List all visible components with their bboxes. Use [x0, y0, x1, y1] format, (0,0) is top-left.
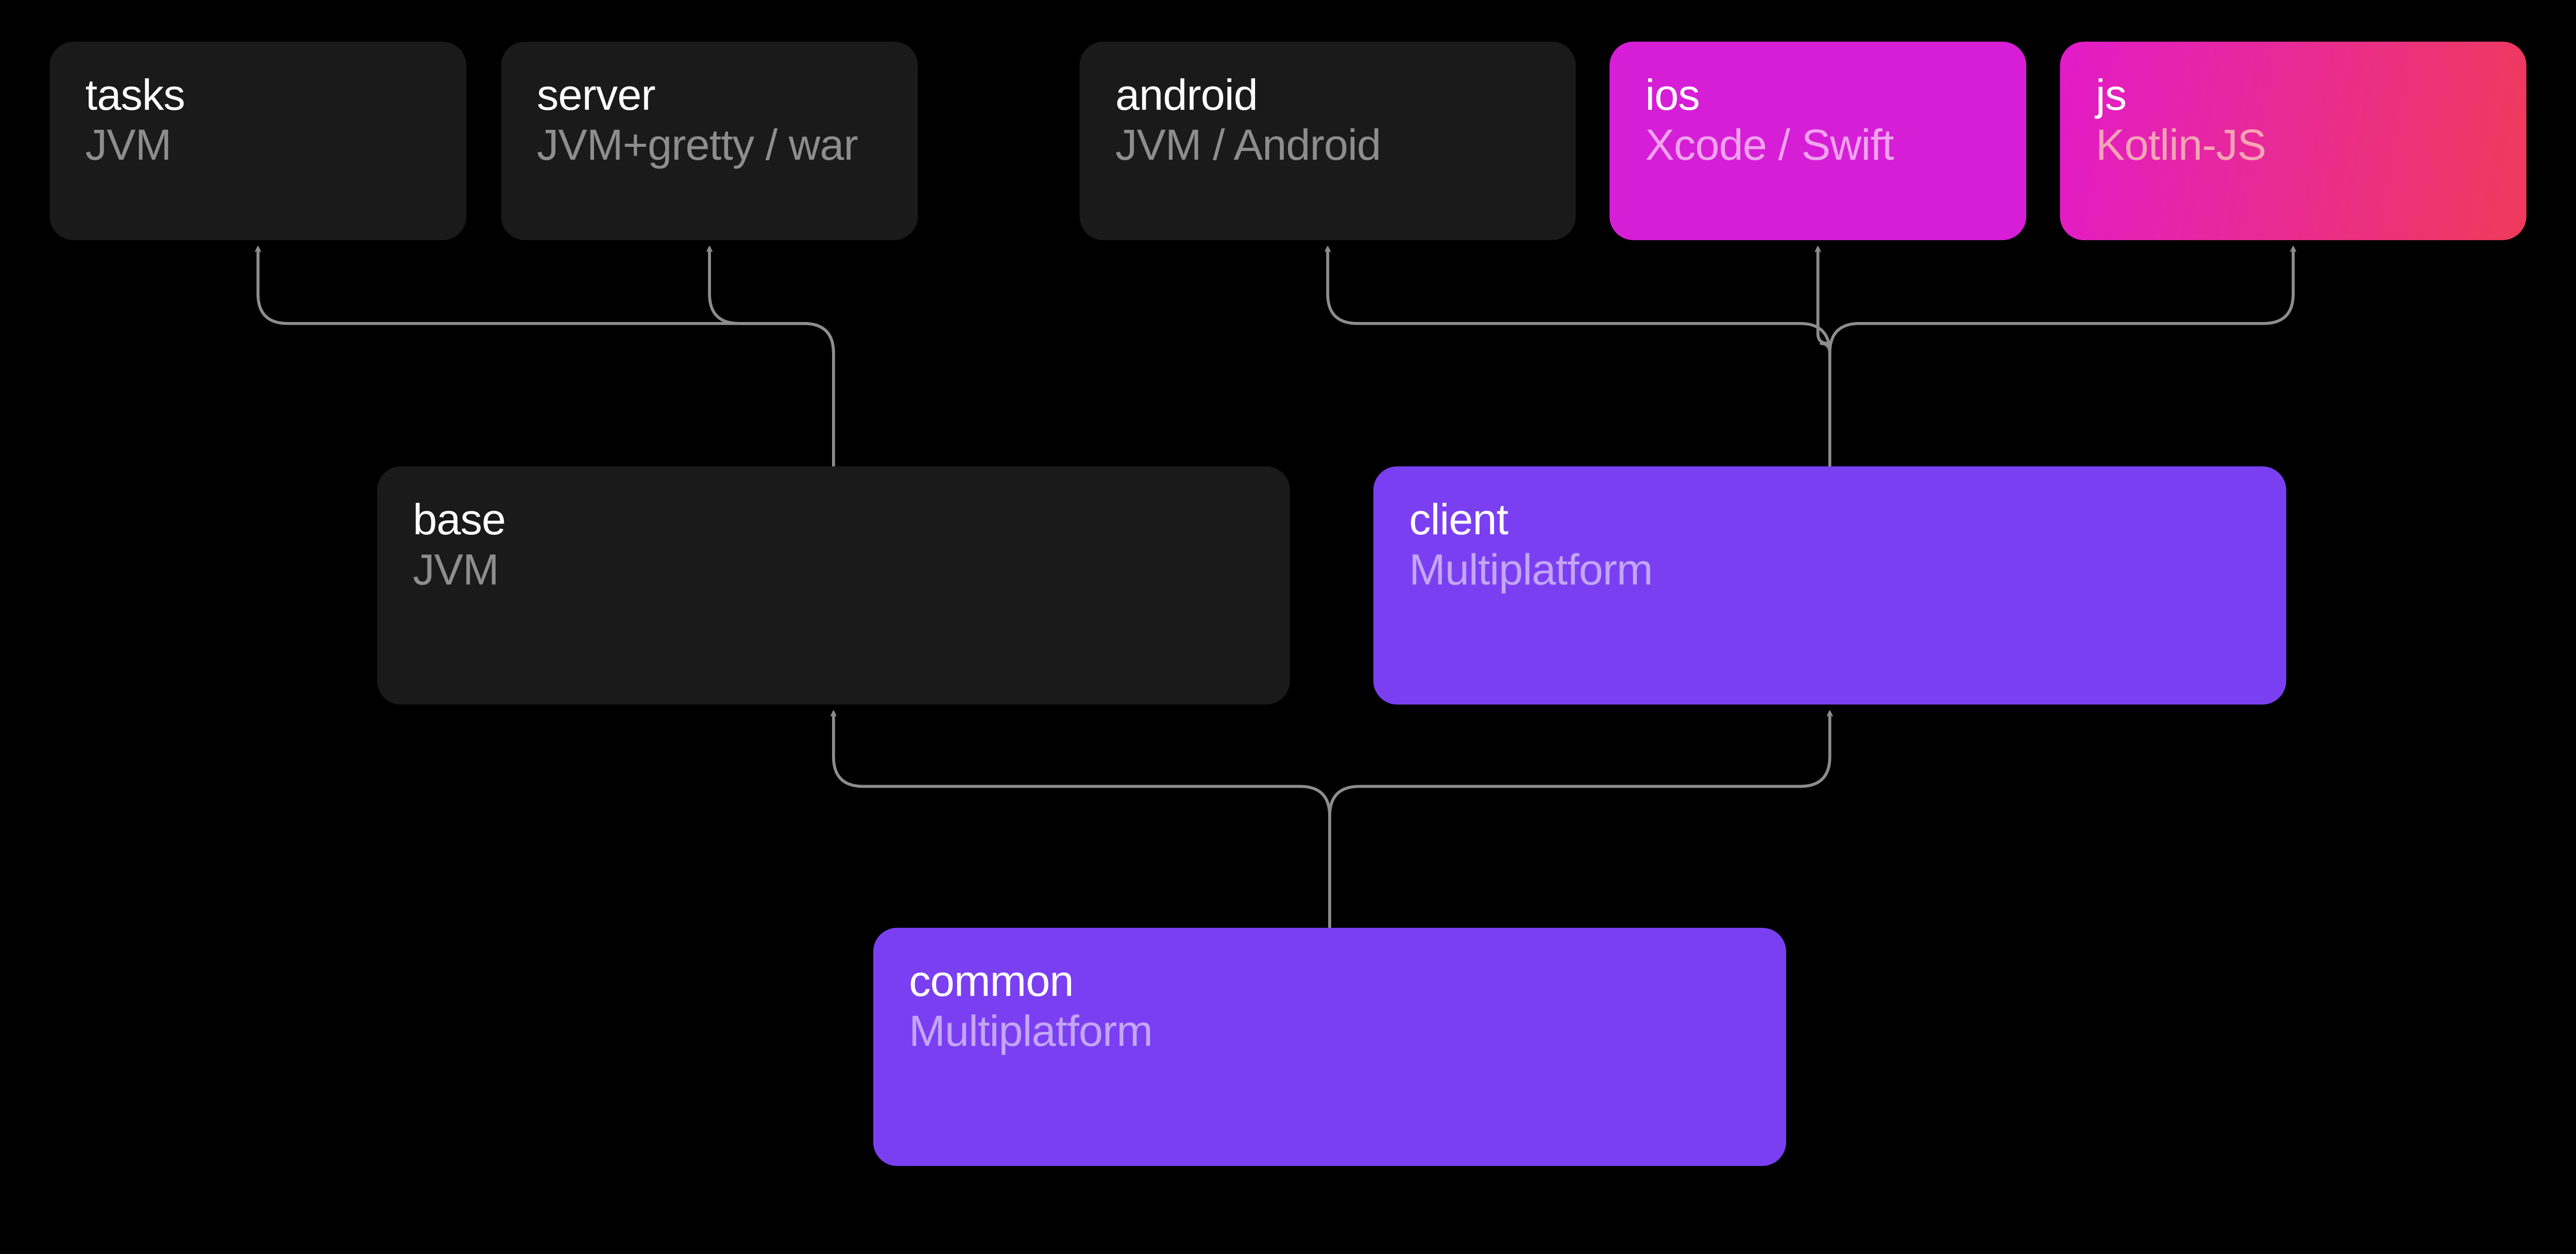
edge-base-to-tasks — [258, 249, 834, 353]
node-subtitle: Multiplatform — [1409, 545, 2250, 595]
node-subtitle: JVM / Android — [1115, 120, 1540, 170]
node-subtitle: Multiplatform — [909, 1006, 1750, 1056]
node-title: ios — [1645, 70, 1990, 120]
node-title: server — [537, 70, 882, 120]
diagram-stage: tasks JVM server JVM+gretty / war androi… — [0, 0, 2576, 1208]
edge-common-to-base — [834, 714, 1330, 816]
node-subtitle: Xcode / Swift — [1645, 120, 1990, 170]
edge-client-to-js — [1830, 249, 2293, 353]
node-title: js — [2096, 70, 2491, 120]
edge-client-to-android — [1328, 249, 1830, 353]
edge-base-to-server — [709, 249, 834, 353]
node-tasks: tasks JVM — [49, 42, 466, 240]
node-subtitle: JVM — [86, 120, 431, 170]
node-client: client Multiplatform — [1374, 466, 2286, 704]
node-base: base JVM — [377, 466, 1290, 704]
node-title: common — [909, 956, 1750, 1006]
node-android: android JVM / Android — [1080, 42, 1576, 240]
edge-common-to-client — [1330, 714, 1830, 816]
node-title: base — [413, 494, 1254, 544]
node-subtitle: JVM — [413, 545, 1254, 595]
node-common: common Multiplatform — [873, 928, 1786, 1166]
node-title: tasks — [86, 70, 431, 120]
node-ios: ios Xcode / Swift — [1609, 42, 2026, 240]
node-server: server JVM+gretty / war — [501, 42, 918, 240]
node-title: android — [1115, 70, 1540, 120]
edge-client-to-ios — [1818, 249, 1830, 353]
node-subtitle: Kotlin-JS — [2096, 120, 2491, 170]
node-subtitle: JVM+gretty / war — [537, 120, 882, 170]
node-title: client — [1409, 494, 2250, 544]
node-js: js Kotlin-JS — [2060, 42, 2526, 240]
